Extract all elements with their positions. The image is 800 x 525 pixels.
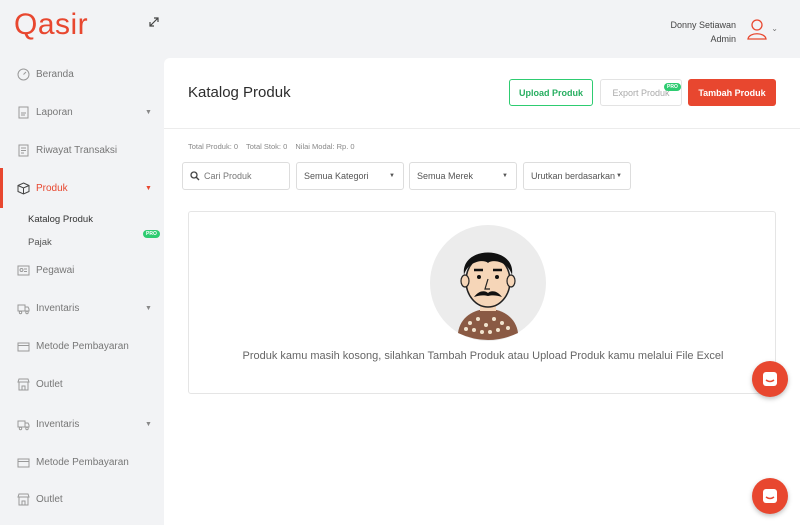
sidebar: Beranda Laporan ▼ Riwayat Transaksi Prod…: [0, 58, 164, 525]
caret-down-icon: ▼: [616, 173, 622, 179]
sidebar-item-label: Metode Pembayaran: [36, 340, 129, 352]
tambah-produk-button[interactable]: Tambah Produk: [688, 79, 776, 106]
urutkan-value: Urutkan berdasarkan: [531, 171, 616, 181]
empty-illustration: [430, 225, 546, 341]
truck-icon: [17, 418, 30, 431]
total-stok: Total Stok: 0: [245, 142, 288, 151]
caret-down-icon: ▼: [145, 420, 152, 428]
sidebar-item-outlet-2[interactable]: Outlet: [0, 487, 164, 511]
sidebar-item-label: Inventaris: [36, 418, 80, 430]
wallet-icon: [17, 340, 30, 353]
sidebar-item-inventaris-2[interactable]: Inventaris ▼: [0, 412, 164, 436]
wallet-icon: [17, 456, 30, 469]
qasir-logo[interactable]: Qasir: [14, 8, 88, 42]
sidebar-item-beranda[interactable]: Beranda: [0, 62, 164, 86]
sidebar-item-laporan[interactable]: Laporan ▼: [0, 100, 164, 124]
chevron-down-icon[interactable]: ⌄: [771, 24, 778, 33]
user-role: Admin: [710, 34, 736, 44]
employee-icon: [17, 264, 30, 277]
empty-state: Produk kamu masih kosong, silahkan Tamba…: [188, 211, 776, 394]
sidebar-subitem-katalog-produk[interactable]: Katalog Produk: [28, 214, 93, 225]
sidebar-subitem-pajak[interactable]: Pajak: [28, 237, 52, 248]
sidebar-item-label: Pegawai: [36, 264, 75, 276]
sidebar-item-label: Outlet: [36, 493, 63, 505]
truck-icon: [17, 302, 30, 315]
header-divider: [164, 128, 800, 129]
sidebar-item-metode-pembayaran-2[interactable]: Metode Pembayaran: [0, 450, 164, 474]
product-stats: Total Produk: 0 Total Stok: 0 Nilai Moda…: [188, 142, 361, 151]
chat-icon: [763, 372, 777, 386]
sidebar-item-label: Produk: [36, 182, 68, 194]
chat-icon: [763, 489, 777, 503]
page-title: Katalog Produk: [188, 84, 291, 101]
sidebar-item-metode-pembayaran[interactable]: Metode Pembayaran: [0, 334, 164, 358]
main-content: Katalog Produk Upload Produk Export Prod…: [164, 58, 800, 525]
nilai-modal: Nilai Modal: Rp. 0: [295, 142, 355, 151]
store-icon: [17, 378, 30, 391]
chat-button[interactable]: [752, 361, 788, 397]
sidebar-item-label: Metode Pembayaran: [36, 456, 129, 468]
urutkan-select[interactable]: Urutkan berdasarkan ▼: [523, 162, 631, 190]
top-bar: Qasir Donny Setiawan Admin ⌄: [0, 0, 800, 58]
caret-down-icon: ▼: [145, 108, 152, 116]
sidebar-item-pegawai[interactable]: Pegawai: [0, 258, 164, 282]
kategori-select[interactable]: Semua Kategori ▼: [296, 162, 404, 190]
dashboard-icon: [17, 68, 30, 81]
merek-select[interactable]: Semua Merek ▼: [409, 162, 517, 190]
caret-down-icon: ▼: [145, 304, 152, 312]
merek-value: Semua Merek: [417, 171, 474, 181]
sidebar-item-label: Outlet: [36, 378, 63, 390]
search-placeholder: Cari Produk: [204, 171, 252, 181]
sidebar-item-outlet[interactable]: Outlet: [0, 372, 164, 396]
search-input[interactable]: Cari Produk: [182, 162, 290, 190]
sidebar-item-produk[interactable]: Produk ▼: [0, 176, 164, 200]
sidebar-item-label: Riwayat Transaksi: [36, 144, 118, 156]
pro-badge: PRO: [664, 83, 681, 91]
user-info[interactable]: Donny Setiawan Admin: [670, 18, 736, 46]
total-produk: Total Produk: 0: [188, 142, 239, 151]
empty-message: Produk kamu masih kosong, silahkan Tamba…: [242, 350, 724, 362]
kategori-value: Semua Kategori: [304, 171, 369, 181]
expand-icon[interactable]: [149, 16, 163, 30]
box-icon: [17, 181, 30, 195]
sidebar-item-label: Inventaris: [36, 302, 80, 314]
store-icon: [17, 493, 30, 506]
sidebar-item-label: Laporan: [36, 106, 73, 118]
upload-produk-button[interactable]: Upload Produk: [509, 79, 593, 106]
user-name: Donny Setiawan: [670, 20, 736, 30]
report-icon: [17, 106, 30, 119]
pro-badge: PRO: [143, 230, 160, 238]
caret-down-icon: ▼: [145, 184, 152, 192]
sidebar-item-riwayat-transaksi[interactable]: Riwayat Transaksi: [0, 138, 164, 162]
receipt-icon: [17, 144, 30, 157]
sidebar-item-inventaris[interactable]: Inventaris ▼: [0, 296, 164, 320]
caret-down-icon: ▼: [389, 173, 395, 179]
sidebar-item-label: Beranda: [36, 68, 74, 80]
search-icon: [190, 171, 200, 181]
user-avatar-icon[interactable]: [746, 18, 768, 40]
chat-button-2[interactable]: [752, 478, 788, 514]
caret-down-icon: ▼: [502, 173, 508, 179]
